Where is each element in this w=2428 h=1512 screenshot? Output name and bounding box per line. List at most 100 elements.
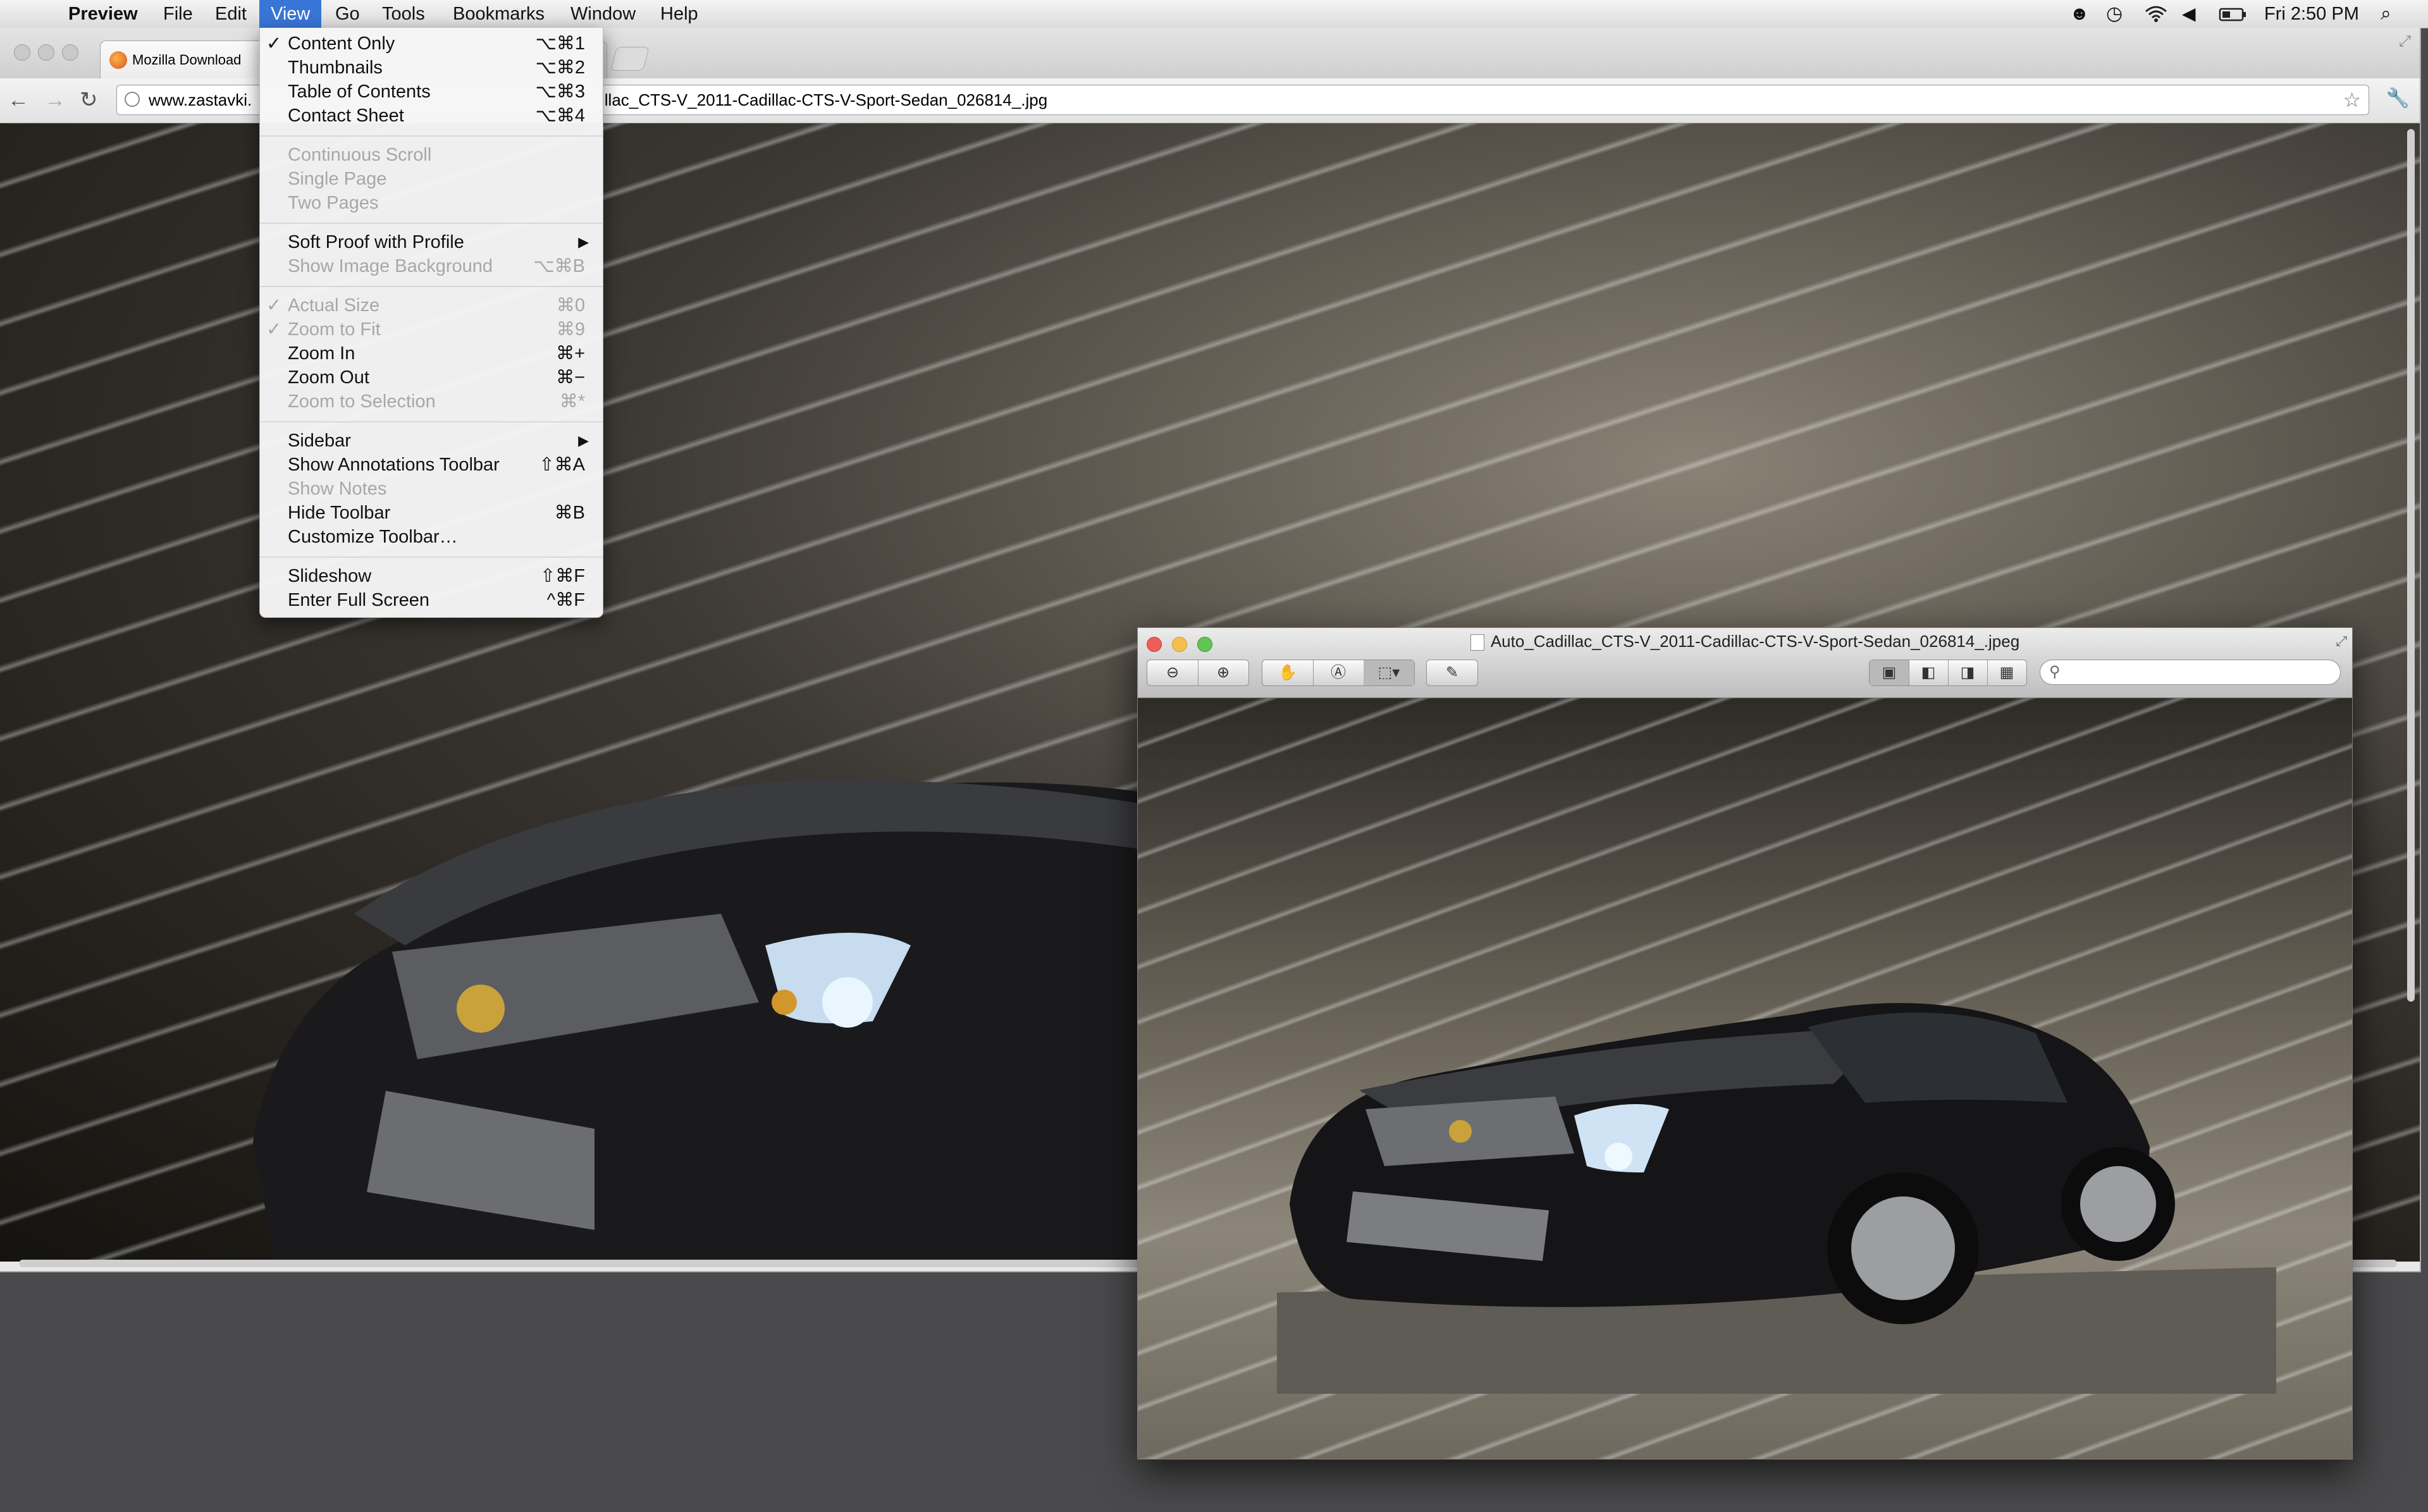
menu-item-zoom-out[interactable]: Zoom Out ⌘− — [260, 366, 603, 390]
preview-titlebar: Auto_Cadillac_CTS-V_2011-Cadillac-CTS-V-… — [1138, 628, 2352, 698]
menu-item-label: Contact Sheet — [288, 106, 404, 126]
menu-item-zoom-to-selection[interactable]: Zoom to Selection ⌘* — [260, 390, 603, 414]
menu-item-actual-size[interactable]: ✓ Actual Size ⌘0 — [260, 293, 603, 317]
search-input[interactable]: ⚲ — [2040, 660, 2341, 685]
menu-item-content-only[interactable]: ✓ Content Only ⌥⌘1 — [260, 32, 603, 56]
menu-item-label: Hide Toolbar — [288, 503, 391, 523]
apple-menu-icon[interactable] — [22, 0, 44, 28]
text-select-icon[interactable]: Ⓐ — [1313, 660, 1364, 685]
zoom-out-icon[interactable]: ⊖ — [1147, 660, 1199, 685]
hand-icon[interactable]: ✋ — [1262, 660, 1314, 685]
document-icon — [1470, 634, 1484, 651]
wifi-icon[interactable] — [2144, 0, 2168, 28]
globe-icon — [125, 92, 140, 107]
url-text-left: www.zastavki. — [149, 90, 252, 109]
menu-item-label: Content Only — [288, 34, 395, 54]
car-photo-small — [1277, 1003, 2276, 1394]
bookmark-star-icon[interactable]: ☆ — [2343, 85, 2361, 114]
browser-close-button[interactable] — [14, 44, 30, 61]
menu-item-two-pages[interactable]: Two Pages — [260, 191, 603, 215]
menu-item-soft-proof[interactable]: Soft Proof with Profile ▶ — [260, 230, 603, 254]
menu-item-show-image-background[interactable]: Show Image Background ⌥⌘B — [260, 254, 603, 278]
vertical-scrollbar[interactable] — [2407, 129, 2415, 1002]
menu-item-shortcut: ⇧⌘F — [539, 566, 585, 586]
wrench-icon[interactable]: 🔧 — [2386, 87, 2410, 109]
checkmark-icon: ✓ — [266, 295, 282, 316]
preview-window: Auto_Cadillac_CTS-V_2011-Cadillac-CTS-V-… — [1137, 627, 2353, 1460]
menu-item-hide-toolbar[interactable]: Hide Toolbar ⌘B — [260, 501, 603, 525]
menu-tools[interactable]: Tools — [371, 0, 436, 28]
browser-zoom-button[interactable] — [62, 44, 78, 61]
menu-separator — [260, 556, 603, 558]
browser-tab-label: Mozilla Download — [132, 52, 242, 68]
browser-minimize-button[interactable] — [38, 44, 54, 61]
spotlight-icon[interactable]: ⌕ — [2381, 0, 2391, 28]
new-tab-button[interactable] — [610, 47, 650, 71]
back-icon[interactable]: ← — [8, 87, 29, 113]
firefox-favicon-icon — [109, 51, 127, 69]
user-status-icon[interactable]: ☻ — [2069, 0, 2090, 28]
zoom-control-group: ⊖ ⊕ — [1147, 660, 1249, 686]
pencil-icon[interactable]: ✎ — [1427, 660, 1477, 685]
time-machine-icon[interactable]: ◷ — [2106, 0, 2123, 28]
view-thumbnails-icon[interactable]: ◧ — [1909, 660, 1949, 685]
menu-item-label: Show Notes — [288, 479, 387, 499]
menu-view[interactable]: View — [259, 0, 322, 28]
preview-title: Auto_Cadillac_CTS-V_2011-Cadillac-CTS-V-… — [1138, 632, 2352, 651]
fullscreen-icon[interactable]: ⤢ — [2336, 633, 2347, 649]
annotate-control-group: ✎ — [1426, 660, 1478, 686]
menu-help[interactable]: Help — [649, 0, 710, 28]
menu-item-thumbnails[interactable]: Thumbnails ⌥⌘2 — [260, 56, 603, 80]
menu-item-label: Single Page — [288, 169, 387, 189]
menu-go[interactable]: Go — [324, 0, 371, 28]
submenu-arrow-icon: ▶ — [578, 234, 589, 250]
menu-item-label: Customize Toolbar… — [288, 527, 458, 547]
menu-app-name[interactable]: Preview — [57, 0, 149, 28]
menu-item-show-annotations-toolbar[interactable]: Show Annotations Toolbar ⇧⌘A — [260, 453, 603, 477]
menu-item-show-notes[interactable]: Show Notes — [260, 477, 603, 501]
menu-item-label: Show Image Background — [288, 256, 493, 276]
forward-icon[interactable]: → — [44, 87, 66, 113]
menu-item-shortcut: ⌘B — [554, 503, 585, 523]
view-mode-group: ▣ ◧ ◨ ▦ — [1869, 660, 2027, 686]
reload-icon[interactable]: ↻ — [80, 87, 98, 113]
checkmark-icon: ✓ — [266, 34, 282, 54]
menu-item-enter-full-screen[interactable]: Enter Full Screen ^⌘F — [260, 588, 603, 612]
menu-item-single-page[interactable]: Single Page — [260, 167, 603, 191]
menu-item-customize-toolbar[interactable]: Customize Toolbar… — [260, 525, 603, 549]
menu-item-label: Actual Size — [288, 295, 380, 316]
menu-item-table-of-contents[interactable]: Table of Contents ⌥⌘3 — [260, 80, 603, 104]
menu-item-shortcut: ^⌘F — [546, 590, 585, 610]
menu-file[interactable]: File — [152, 0, 204, 28]
menu-item-zoom-in[interactable]: Zoom In ⌘+ — [260, 341, 603, 366]
menu-item-shortcut: ⌘* — [559, 391, 585, 412]
menu-edit[interactable]: Edit — [204, 0, 258, 28]
view-toc-icon[interactable]: ◨ — [1948, 660, 1988, 685]
preview-image — [1138, 698, 2352, 1459]
menu-item-label: Show Annotations Toolbar — [288, 455, 500, 475]
browser-tab[interactable]: Mozilla Download — [100, 40, 266, 79]
view-contact-sheet-icon[interactable]: ▦ — [1987, 660, 2026, 685]
volume-icon[interactable]: ◀ — [2182, 0, 2196, 28]
menu-item-label: Thumbnails — [288, 58, 383, 78]
menu-bookmarks[interactable]: Bookmarks — [441, 0, 556, 28]
menu-item-shortcut: ⌘+ — [556, 343, 585, 364]
submenu-arrow-icon: ▶ — [578, 433, 589, 448]
menu-item-continuous-scroll[interactable]: Continuous Scroll — [260, 143, 603, 167]
rect-select-icon[interactable]: ⬚▾ — [1364, 660, 1414, 685]
menu-item-shortcut: ⌥⌘1 — [535, 34, 585, 54]
menu-item-label: Two Pages — [288, 193, 379, 213]
view-menu-dropdown: ✓ Content Only ⌥⌘1 Thumbnails ⌥⌘2 Table … — [259, 28, 603, 618]
menu-item-contact-sheet[interactable]: Contact Sheet ⌥⌘4 — [260, 104, 603, 128]
menu-window[interactable]: Window — [559, 0, 647, 28]
zoom-in-icon[interactable]: ⊕ — [1198, 660, 1248, 685]
fullscreen-icon[interactable]: ⤢ — [2399, 33, 2411, 51]
menu-item-shortcut: ⌥⌘B — [533, 256, 585, 276]
menu-item-sidebar[interactable]: Sidebar ▶ — [260, 429, 603, 453]
preview-title-text: Auto_Cadillac_CTS-V_2011-Cadillac-CTS-V-… — [1490, 632, 2020, 651]
clock[interactable]: Fri 2:50 PM — [2264, 0, 2359, 28]
menu-item-zoom-to-fit[interactable]: ✓ Zoom to Fit ⌘9 — [260, 317, 603, 341]
menu-item-slideshow[interactable]: Slideshow ⇧⌘F — [260, 564, 603, 588]
view-content-only-icon[interactable]: ▣ — [1870, 660, 1909, 685]
battery-icon[interactable] — [2219, 0, 2248, 28]
